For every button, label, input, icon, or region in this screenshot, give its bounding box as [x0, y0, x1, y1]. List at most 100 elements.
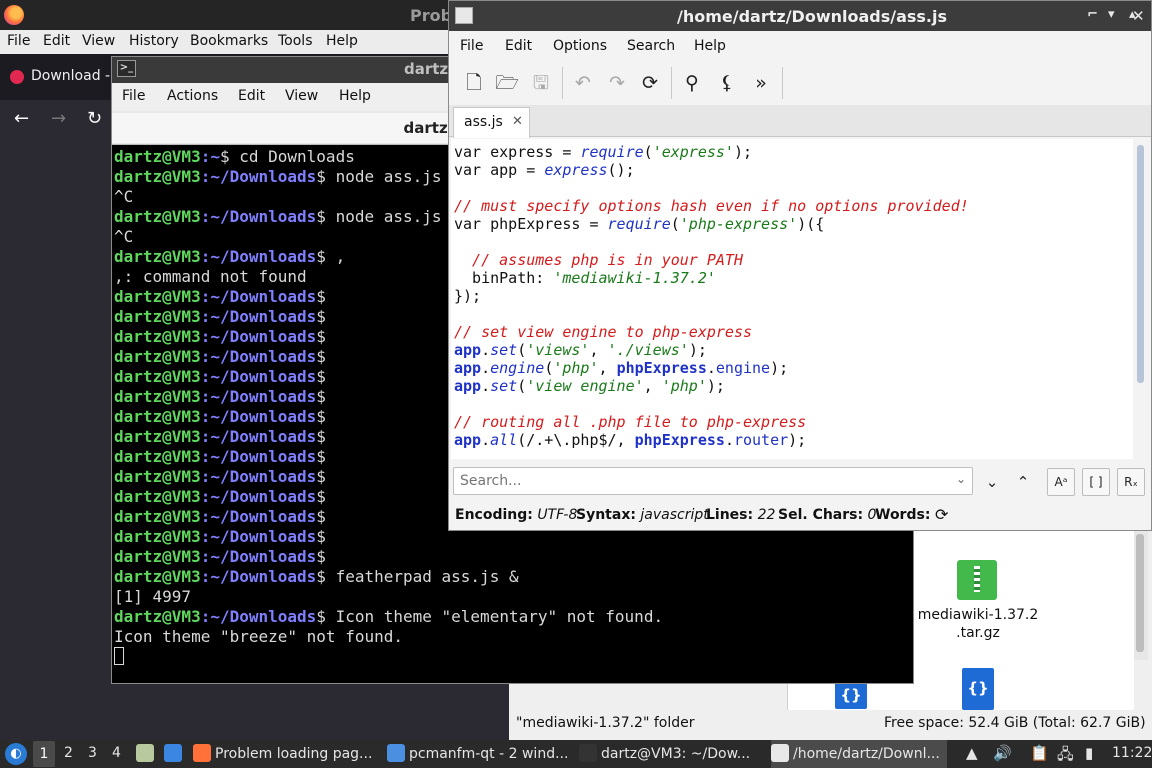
terminal-text: $ Icon theme "elementary" not found.	[316, 607, 664, 626]
whole-word-icon[interactable]: [ ]	[1082, 468, 1110, 496]
terminal-text: $	[316, 287, 326, 306]
prompt-user: dartz@VM3	[114, 207, 201, 226]
minimize-icon[interactable]: ▾	[1108, 7, 1115, 22]
code-token: engine	[715, 359, 771, 377]
undo-icon[interactable]: ↶	[569, 69, 597, 97]
prompt-path: :~/Downloads	[200, 327, 317, 346]
taskbar-task[interactable]: Problem loading pag...	[193, 740, 379, 768]
search-history-dropdown-icon[interactable]: ⌄	[956, 472, 966, 486]
code-token: var phpExpress =	[454, 215, 608, 233]
archive-file-label[interactable]: mediawiki-1.37.2 .tar.gz	[916, 606, 1040, 642]
notifications-icon[interactable]: ▲	[966, 744, 978, 762]
ff-menu-tools[interactable]: Tools	[278, 33, 313, 49]
prompt-path: :~/Downloads	[200, 427, 317, 446]
ff-menu-edit[interactable]: Edit	[43, 33, 70, 49]
find-icon[interactable]: ⚲	[678, 69, 706, 97]
featherpad-window: /home/dartz/Downloads/ass.js ⌐ ▾ ▴ ✕ Fil…	[448, 0, 1152, 531]
firefox-tab[interactable]: Download -	[0, 58, 112, 96]
search-box[interactable]: ⌄	[453, 467, 973, 495]
show-desktop-icon[interactable]	[164, 744, 182, 762]
terminal-text: $ node ass.js	[316, 207, 442, 226]
terminal-text: $	[316, 467, 326, 486]
terminal-text: $ cd Downloads	[219, 147, 355, 166]
code-token: express	[544, 161, 608, 179]
prompt-user: dartz@VM3	[114, 547, 201, 566]
terminal-line: [1] 4997	[114, 587, 911, 607]
code-editor[interactable]: var express = require('express'); var app…	[451, 139, 1133, 459]
file-manager-scroll-thumb[interactable]	[1136, 534, 1144, 652]
fp-menu-help[interactable]: Help	[694, 38, 726, 54]
taskbar-task[interactable]: pcmanfm-qt - 2 wind...	[387, 740, 573, 768]
editor-scroll-thumb[interactable]	[1137, 145, 1144, 383]
prompt-path: :~/Downloads	[200, 307, 317, 326]
ff-menu-view[interactable]: View	[82, 33, 115, 49]
match-case-icon[interactable]: Aᵃ	[1047, 468, 1075, 496]
file-tab[interactable]: ass.js ✕	[453, 107, 530, 138]
forward-icon[interactable]: →	[51, 108, 66, 129]
json-file-icon[interactable]: {}	[835, 683, 867, 709]
fp-menu-file[interactable]: File	[460, 38, 483, 54]
prompt-path: :~/Downloads	[200, 387, 317, 406]
open-folder-icon[interactable]: 🗁	[493, 69, 521, 97]
workspace-2[interactable]: 2	[64, 745, 73, 761]
code-token: all	[490, 431, 518, 449]
refresh-words-icon[interactable]: ⟳	[935, 505, 948, 524]
search-input[interactable]	[454, 468, 950, 494]
prompt-user: dartz@VM3	[114, 147, 201, 166]
term-menu-edit[interactable]: Edit	[238, 88, 265, 104]
workspace-4[interactable]: 4	[112, 745, 121, 761]
go-to-line-icon[interactable]: »	[747, 69, 775, 97]
json-file-icon[interactable]: {}	[962, 668, 994, 710]
back-icon[interactable]: ←	[14, 108, 29, 129]
find-replace-icon[interactable]: ⚸	[713, 69, 741, 97]
new-file-icon[interactable]: 🗋	[460, 69, 488, 97]
toolbar-separator	[562, 67, 563, 99]
term-menu-file[interactable]: File	[122, 88, 145, 104]
term-menu-help[interactable]: Help	[339, 88, 371, 104]
clipboard-icon[interactable]: 📋	[1030, 744, 1049, 762]
file-manager-launcher-icon[interactable]	[136, 744, 154, 762]
find-next-icon[interactable]: ⌄	[979, 469, 1005, 495]
code-token: app	[454, 377, 482, 395]
ff-menu-history[interactable]: History	[129, 33, 179, 49]
terminal-line: dartz@VM3:~/Downloads$	[114, 547, 911, 567]
regex-icon[interactable]: Rₓ	[1117, 468, 1145, 496]
terminal-text: ^C	[114, 227, 134, 246]
battery-icon[interactable]: ▮	[1085, 744, 1093, 762]
redo-icon[interactable]: ↷	[603, 69, 631, 97]
workspace-3[interactable]: 3	[88, 745, 97, 761]
find-previous-icon[interactable]: ⌃	[1010, 469, 1036, 495]
taskbar-task[interactable]: dartz@VM3: ~/Dow...	[579, 740, 765, 768]
prompt-path: :~/Downloads	[200, 207, 317, 226]
term-menu-actions[interactable]: Actions	[167, 88, 218, 104]
close-icon[interactable]: ✕	[1132, 7, 1145, 25]
reload-icon[interactable]: ↻	[87, 108, 102, 129]
network-icon[interactable]: 🖧	[1057, 744, 1074, 768]
term-menu-view[interactable]: View	[285, 88, 318, 104]
code-token: .	[706, 359, 716, 377]
volume-icon[interactable]: 🔊	[993, 744, 1012, 762]
ff-menu-bookmarks[interactable]: Bookmarks	[190, 33, 268, 49]
fp-menu-options[interactable]: Options	[553, 38, 607, 54]
fp-menu-search[interactable]: Search	[627, 38, 675, 54]
terminal-text: $	[316, 487, 326, 506]
workspace-1[interactable]: 1	[33, 741, 55, 767]
lines-status: Lines: 22	[706, 507, 775, 523]
code-text[interactable]: var express = require('express'); var app…	[454, 143, 969, 449]
keep-above-icon[interactable]: ⌐	[1087, 7, 1098, 22]
ff-menu-file[interactable]: File	[7, 33, 30, 49]
save-icon[interactable]: 🖫	[527, 69, 555, 97]
taskbar-task[interactable]: /home/dartz/Downl...	[771, 740, 947, 768]
fp-menu-edit[interactable]: Edit	[505, 38, 532, 54]
code-token: .	[481, 377, 491, 395]
close-tab-icon[interactable]: ✕	[512, 114, 523, 129]
prompt-path: :~/Downloads	[200, 247, 317, 266]
code-token: );	[770, 359, 789, 377]
ff-menu-help[interactable]: Help	[326, 33, 358, 49]
code-token: var express =	[454, 143, 581, 161]
reload-icon[interactable]: ⟳	[636, 69, 664, 97]
lxqt-start-icon[interactable]: ◐	[5, 743, 27, 765]
code-token: phpExpress	[616, 359, 707, 377]
terminal-text: Icon theme "breeze" not found.	[114, 627, 403, 646]
